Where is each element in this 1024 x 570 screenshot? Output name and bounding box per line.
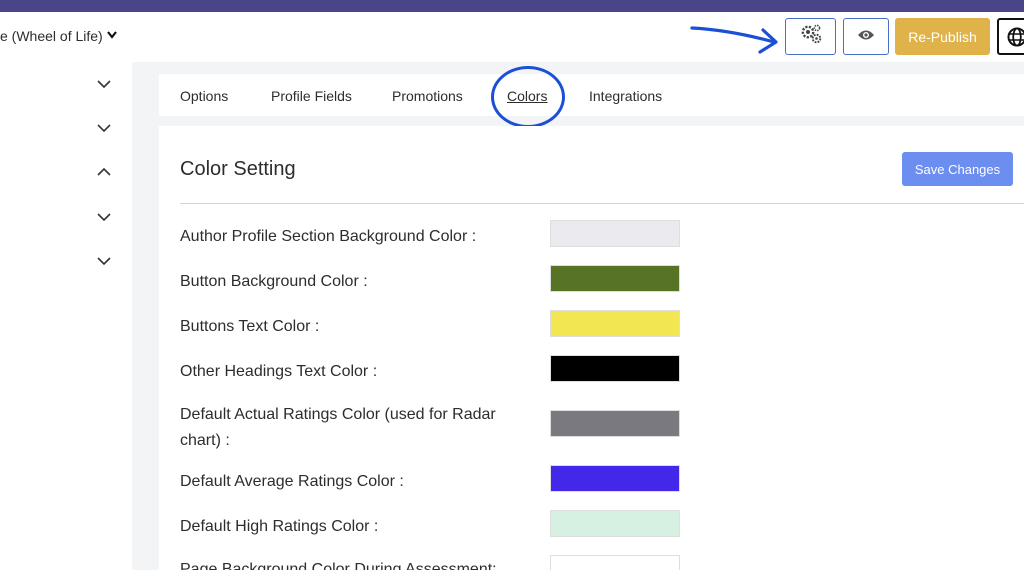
color-settings-card: Color Setting Save Changes Author Profil… [159,126,1024,570]
preview-button[interactable] [843,18,889,55]
color-swatch[interactable] [550,465,680,492]
language-button[interactable] [997,18,1024,55]
globe-icon [1007,27,1024,52]
tab-profile-fields[interactable]: Profile Fields [271,88,352,104]
tab-integrations[interactable]: Integrations [589,88,662,104]
tab-options[interactable]: Options [180,88,228,104]
top-bar [0,0,1024,12]
annotation-arrow-icon [690,22,782,61]
chevron-down-icon[interactable] [96,209,112,225]
republish-label: Re-Publish [908,28,977,45]
eye-icon [857,28,875,46]
chevron-down-icon[interactable] [96,120,112,136]
color-swatch[interactable] [550,510,680,537]
color-row-label: Default High Ratings Color : [180,518,379,535]
annotation-circle [491,66,565,128]
color-swatch[interactable] [550,355,680,382]
tab-bar: Options Profile Fields Promotions Colors… [159,74,1024,116]
color-row-label: Buttons Text Color : [180,318,320,335]
republish-button[interactable]: Re-Publish [895,18,990,55]
save-changes-button[interactable]: Save Changes [902,152,1013,186]
settings-button[interactable] [785,18,836,55]
chevron-up-icon[interactable] [96,164,112,180]
divider [180,203,1024,204]
color-row-label: Page Background Color During Assessment: [180,561,497,570]
color-swatch[interactable] [550,555,680,570]
chevron-down-icon[interactable] [96,76,112,92]
color-swatch[interactable] [550,220,680,247]
color-swatch[interactable] [550,310,680,337]
header: e (Wheel of Life) Re-Publish [0,12,1024,62]
tab-promotions[interactable]: Promotions [392,88,463,104]
assessment-selector[interactable]: e (Wheel of Life) [0,28,117,44]
caret-down-icon [106,30,117,42]
color-row-label: Other Headings Text Color : [180,363,378,380]
color-row-label: Author Profile Section Background Color … [180,228,477,245]
color-swatch[interactable] [550,410,680,437]
color-row-label: Button Background Color : [180,273,368,290]
assessment-name: e (Wheel of Life) [0,28,103,44]
card-title: Color Setting [180,158,296,180]
sidebar [0,62,132,570]
color-swatch[interactable] [550,265,680,292]
gears-icon [799,23,823,50]
chevron-down-icon[interactable] [96,253,112,269]
color-row-label: Default Actual Ratings Color (used for R… [180,406,496,449]
color-row-label: Default Average Ratings Color : [180,473,404,490]
